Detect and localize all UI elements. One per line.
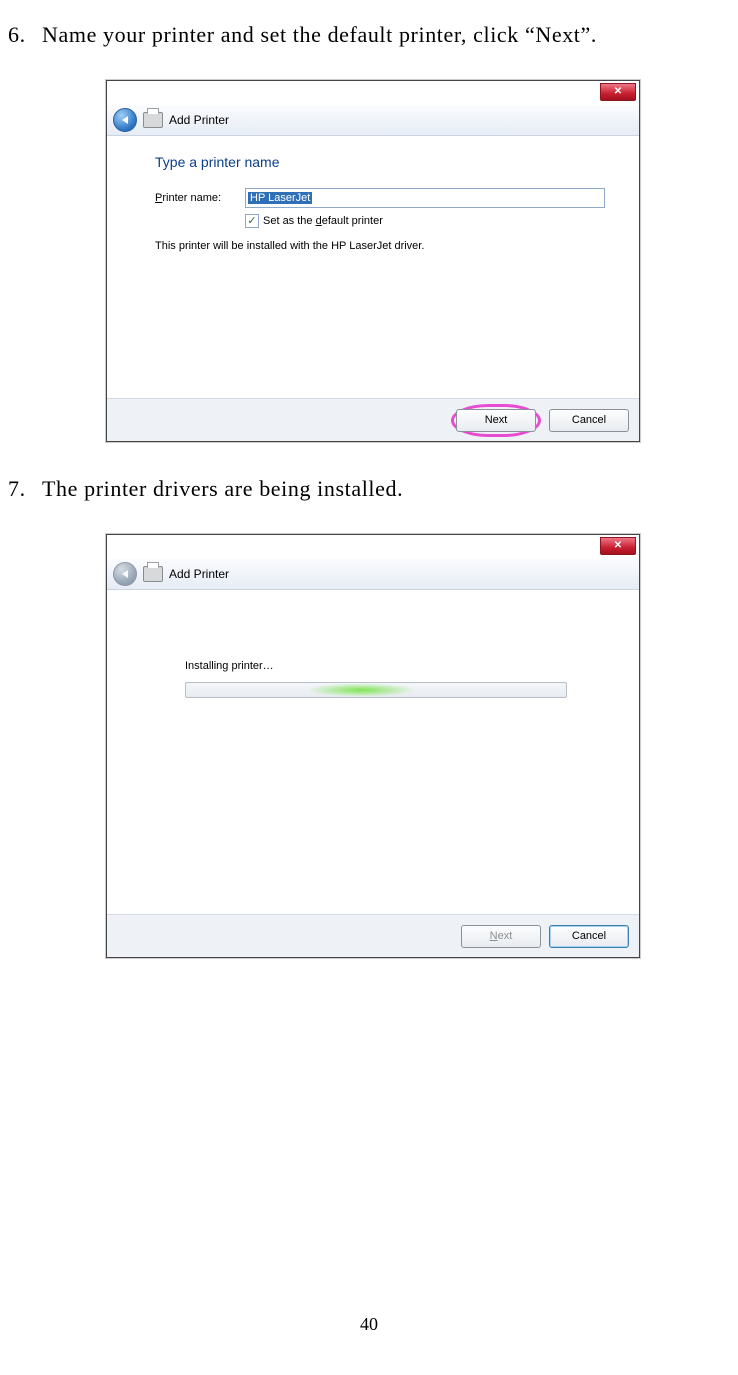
dialog-title: Add Printer (169, 113, 229, 127)
dialog-header: Add Printer (107, 559, 639, 590)
close-button[interactable]: ✕ (600, 537, 636, 555)
dialog-title: Add Printer (169, 567, 229, 581)
progress-glow (306, 683, 416, 697)
dialog-installing: ✕ Add Printer Installing printer… Next (106, 534, 640, 958)
cancel-button[interactable]: Cancel (549, 409, 629, 432)
installing-label: Installing printer… (185, 660, 605, 672)
back-arrow-icon (122, 116, 128, 124)
next-button: Next (461, 925, 541, 948)
step-7-text: The printer drivers are being installed. (42, 472, 730, 506)
default-printer-checkbox[interactable]: ✓ (245, 214, 259, 228)
step-6: 6. Name your printer and set the default… (8, 18, 730, 52)
progress-bar (185, 682, 567, 698)
dialog-name-printer: ✕ Add Printer Type a printer name Printe… (106, 80, 640, 442)
back-arrow-icon (122, 570, 128, 578)
printer-icon (143, 112, 163, 128)
back-button[interactable] (113, 562, 137, 586)
cancel-button[interactable]: Cancel (549, 925, 629, 948)
printer-name-input[interactable]: HP LaserJet (245, 188, 605, 208)
checkmark-icon: ✓ (247, 216, 256, 227)
page-number: 40 (0, 1314, 738, 1335)
step-6-number: 6. (8, 18, 42, 52)
titlebar: ✕ (107, 81, 639, 105)
driver-info-text: This printer will be installed with the … (155, 240, 605, 252)
default-printer-label: Set as the default printer (263, 215, 383, 227)
close-icon: ✕ (614, 541, 622, 551)
step-6-text: Name your printer and set the default pr… (42, 18, 730, 52)
step-7-number: 7. (8, 472, 42, 506)
close-icon: ✕ (614, 87, 622, 97)
printer-name-value: HP LaserJet (248, 192, 312, 204)
printer-name-label: Printer name: (155, 192, 245, 204)
close-button[interactable]: ✕ (600, 83, 636, 101)
dialog-header: Add Printer (107, 105, 639, 136)
printer-icon (143, 566, 163, 582)
next-button[interactable]: Next (456, 409, 536, 432)
titlebar: ✕ (107, 535, 639, 559)
back-button[interactable] (113, 108, 137, 132)
next-button-highlight: Next (451, 404, 541, 437)
section-heading: Type a printer name (155, 154, 605, 170)
step-7: 7. The printer drivers are being install… (8, 472, 730, 506)
